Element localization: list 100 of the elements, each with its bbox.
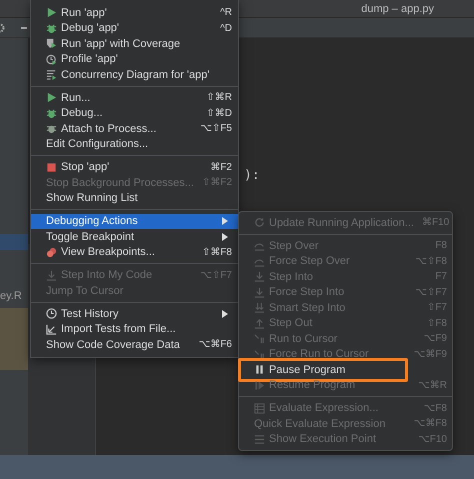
shortcut-text: ⇧⌘D <box>206 108 232 119</box>
menu-item[interactable]: Run 'app' ^R <box>31 5 238 20</box>
menu-item-label: Show Execution Point <box>269 433 378 446</box>
bug-icon <box>46 108 57 119</box>
shortcut-text: ⇧⌘R <box>206 92 232 104</box>
menu-item-label: Test History <box>61 308 120 320</box>
step-into-icon <box>254 302 265 314</box>
menu-item-label: Attach to Process... <box>61 122 158 135</box>
panel-block <box>0 308 28 370</box>
menu-item[interactable]: Stop 'app' ⌘F2 <box>31 160 238 175</box>
menu-item[interactable]: Run... ⇧⌘R <box>31 90 238 106</box>
step-out-icon <box>254 318 265 329</box>
menu-item[interactable]: Toggle Breakpoint <box>31 229 238 244</box>
menu-item[interactable]: Show Code Coverage Data ⌥⌘F6 <box>31 337 238 352</box>
menu-item-label: Step Out <box>269 317 314 330</box>
menu-item[interactable]: Debug 'app' ^D <box>31 20 238 36</box>
menu-item-label: Show Code Coverage Data <box>46 338 181 351</box>
menu-item-label: Step Over <box>269 240 320 252</box>
dots-icon <box>46 246 57 258</box>
menu-item-label: Concurrency Diagram for 'app' <box>61 68 210 81</box>
menu-item-label: Pause Program <box>269 364 346 376</box>
step-into-icon <box>46 270 57 281</box>
menu-item-label: Run 'app' <box>61 6 108 19</box>
menu-item[interactable]: Import Tests from File... <box>31 322 238 337</box>
window-title: dump – app.py <box>361 2 434 14</box>
menu-item[interactable]: Concurrency Diagram for 'app' <box>31 67 238 82</box>
menu-item-label: Run 'app' with Coverage <box>61 38 182 50</box>
menu-item[interactable]: Pause Program <box>239 362 452 378</box>
menu-item-label: Force Step Over <box>269 255 351 268</box>
lines-icon <box>254 434 265 445</box>
bug-icon <box>46 22 57 34</box>
menu-item[interactable]: Test History <box>31 306 238 322</box>
shortcut-text: ⌘F2 <box>210 162 232 173</box>
shortcut-text: ^D <box>220 22 232 34</box>
shortcut-text: ⇧F8 <box>426 318 447 329</box>
menu-item-label: Debug 'app' <box>61 22 120 34</box>
shortcut-text: F7 <box>435 271 447 282</box>
menu-item-label: Edit Configurations... <box>46 138 150 150</box>
menu-item-label: Import Tests from File... <box>61 323 177 336</box>
menu-item[interactable]: Debug... ⇧⌘D <box>31 106 238 121</box>
shortcut-text: ⌥F9 <box>424 333 447 344</box>
shortcut-text: ⇧⌘F8 <box>202 246 232 258</box>
step-into-icon <box>254 271 265 282</box>
settings-icon[interactable] <box>0 22 7 32</box>
tree-item-text: ey.R <box>0 290 23 302</box>
menu-item-label: Stop 'app' <box>61 161 110 174</box>
shortcut-text: ⌘F10 <box>422 217 450 228</box>
menu-item-label: Debug... <box>61 107 104 120</box>
menu-item[interactable]: Edit Configurations... <box>31 136 238 152</box>
menu-item[interactable]: View Breakpoints... ⇧⌘F8 <box>31 244 238 260</box>
shortcut-text: ⌥⌘F8 <box>414 418 447 430</box>
menu-item-label: Jump To Cursor <box>46 284 124 297</box>
import-icon <box>46 324 57 335</box>
pause-icon <box>254 364 265 376</box>
shortcut-text: ⌥⇧F7 <box>415 286 447 298</box>
menu-item[interactable]: Profile 'app' <box>31 52 238 67</box>
menu-item-label: Smart Step Into <box>269 302 346 314</box>
shortcut-text: ⌥⌘F9 <box>414 348 447 360</box>
bug-icon <box>46 123 57 134</box>
cursor-icon <box>254 348 265 360</box>
shortcut-text: ⇧F7 <box>426 302 447 314</box>
list-icon <box>46 69 57 80</box>
menu-item[interactable]: Attach to Process... ⌥⇧F5 <box>31 121 238 136</box>
menu-item-label: Show Running List <box>46 192 139 204</box>
menu-item[interactable]: Debugging Actions <box>31 214 238 229</box>
menu-item-label: Update Running Application... <box>269 216 414 229</box>
menu-item-label: Quick Evaluate Expression <box>254 418 386 430</box>
shortcut-text: ⌥⇧F7 <box>200 270 232 281</box>
shortcut-text: ⇧⌘F2 <box>202 177 232 188</box>
resume-icon <box>254 380 265 391</box>
menu-item-label: Toggle Breakpoint <box>46 230 136 243</box>
shortcut-text: ⌥F10 <box>418 434 447 445</box>
play-icon <box>46 92 57 104</box>
shortcut-text: ⌥⌘F6 <box>198 339 232 350</box>
shortcut-text: ⌥⌘R <box>418 380 447 391</box>
square-icon <box>46 162 57 173</box>
shortcut-text: ⌥F8 <box>424 402 447 414</box>
clock-icon <box>46 54 57 65</box>
menu-item-label: Run... <box>61 92 92 104</box>
grid-icon <box>254 402 265 414</box>
menu-item[interactable]: Run 'app' with Coverage <box>31 36 238 52</box>
minimize-icon[interactable] <box>21 26 27 28</box>
menu-item-label: Force Step Into <box>269 286 346 298</box>
menu-item-label: Resume Program <box>269 379 356 392</box>
refresh-icon <box>254 217 265 228</box>
shortcut-text: ⌥⇧F8 <box>415 256 447 267</box>
play-icon <box>46 7 57 18</box>
step-into-icon <box>254 286 265 298</box>
menu-item-label: Stop Background Processes... <box>46 176 194 189</box>
menu-item-label: Step Into My Code <box>61 269 154 282</box>
shortcut-text: F8 <box>435 240 447 252</box>
menu-item-label: Evaluate Expression... <box>269 402 380 414</box>
shield-icon <box>46 38 57 50</box>
code-text: ): <box>244 168 260 183</box>
menu-item-label: View Breakpoints... <box>61 246 156 258</box>
menu-item-label: Profile 'app' <box>61 53 119 66</box>
menu-item-label: Run to Cursor <box>269 332 338 345</box>
menu-item[interactable]: Show Running List <box>31 190 238 206</box>
menu-item-label: Force Run to Cursor <box>269 348 370 360</box>
clock-icon <box>46 308 57 320</box>
